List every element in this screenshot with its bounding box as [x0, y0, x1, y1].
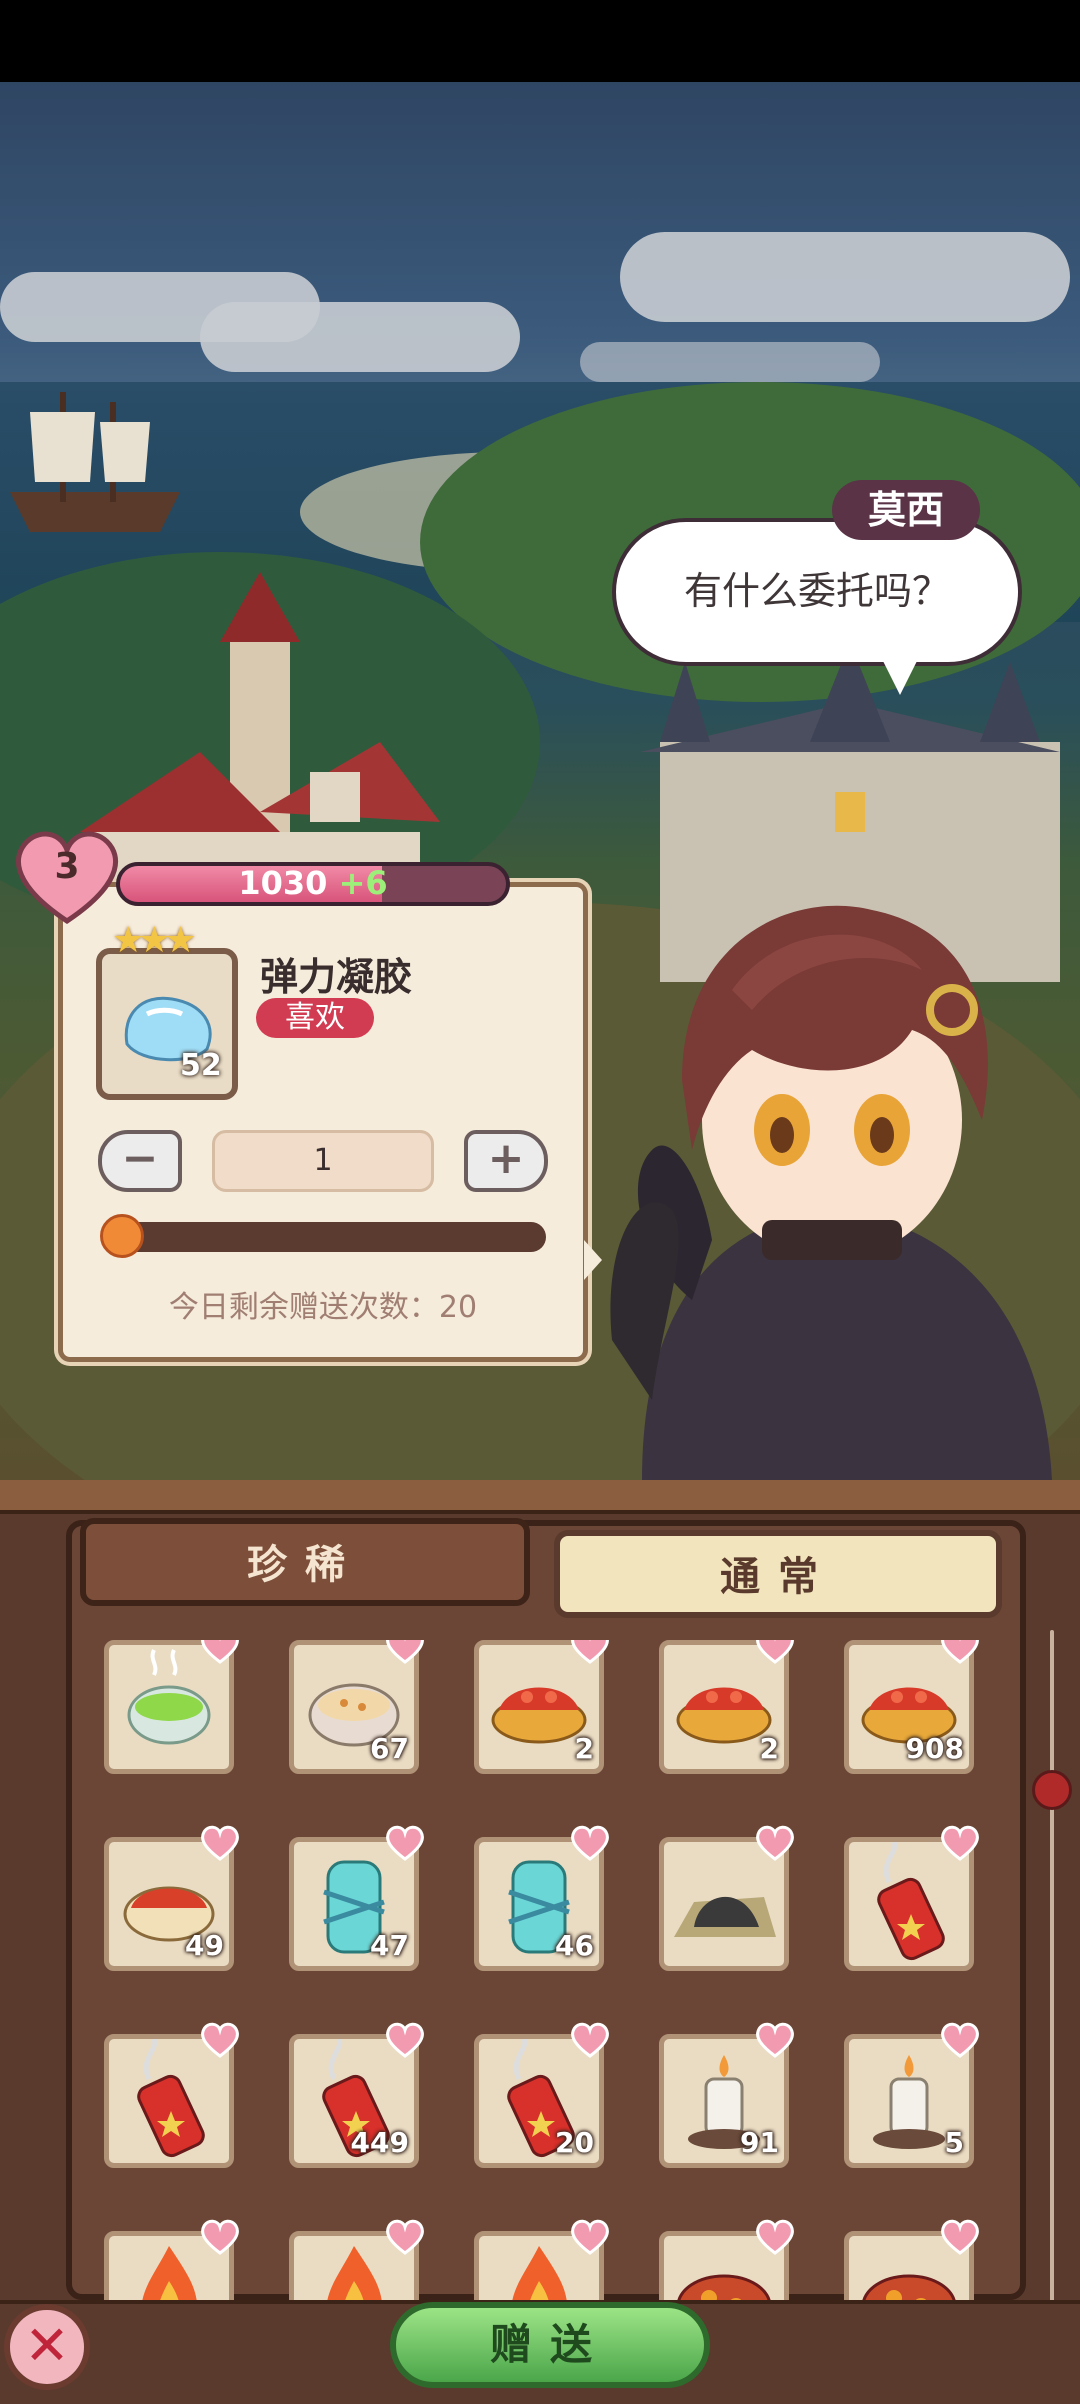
dialog-text: 有什么委托吗？ — [683, 569, 950, 613]
favorite-heart-icon — [756, 2219, 794, 2255]
tab-rare[interactable]: 珍稀 — [80, 1518, 530, 1606]
favorite-heart-icon — [756, 1825, 794, 1861]
scrollbar-thumb[interactable] — [1032, 1770, 1072, 1810]
inventory-grid: 67 2 2 908 49 47 46 449 20 91 5 — [104, 1640, 1004, 2300]
favorite-heart-icon — [756, 2022, 794, 2058]
affinity-level: 3 — [54, 846, 80, 887]
quantity-slider-track[interactable] — [104, 1222, 546, 1252]
slot-count: 46 — [555, 1929, 594, 1962]
slot-count: 2 — [759, 1732, 779, 1765]
give-button[interactable]: 赠送 — [390, 2302, 710, 2388]
slot-count: 47 — [370, 1929, 409, 1962]
inventory-frame-top — [0, 1480, 1080, 1514]
increase-quantity-button[interactable]: + — [464, 1130, 548, 1192]
panel-pointer — [584, 1240, 602, 1280]
slot-count: 908 — [905, 1732, 964, 1765]
favorite-heart-icon — [386, 2022, 424, 2058]
slot-count: 20 — [555, 2126, 594, 2159]
item-star-rating: ★★★ — [112, 920, 197, 961]
character-portrait — [610, 905, 1052, 1480]
speaker-name: 莫西 — [832, 480, 980, 540]
slot-count: 449 — [350, 2126, 409, 2159]
slot-count: 91 — [740, 2126, 779, 2159]
favorite-heart-icon — [571, 1640, 609, 1664]
favorite-heart-icon — [571, 2022, 609, 2058]
status-bar — [0, 0, 1080, 82]
item-owned-count: 52 — [180, 1048, 222, 1083]
favorite-heart-icon — [201, 1640, 239, 1664]
item-name: 弹力凝胶 — [260, 955, 413, 999]
favorite-heart-icon — [941, 1640, 979, 1664]
favorite-heart-icon — [201, 2022, 239, 2058]
favorite-heart-icon — [756, 1640, 794, 1664]
favorite-heart-icon — [386, 1825, 424, 1861]
tab-normal[interactable]: 通常 — [554, 1530, 1002, 1618]
affinity-points-value: 1030 — [238, 864, 328, 902]
favorite-heart-icon — [941, 2022, 979, 2058]
affinity-gain: +6 — [338, 864, 388, 902]
slot-count: 67 — [370, 1732, 409, 1765]
favorite-heart-icon — [941, 2219, 979, 2255]
favorite-heart-icon — [941, 1825, 979, 1861]
slot-count: 2 — [574, 1732, 594, 1765]
close-button[interactable]: ✕ — [4, 2304, 90, 2390]
slot-count: 49 — [185, 1929, 224, 1962]
favorite-heart-icon — [571, 1825, 609, 1861]
speech-bubble-tail — [880, 655, 920, 695]
slot-count: 5 — [944, 2126, 964, 2159]
favorite-heart-icon — [201, 1825, 239, 1861]
remaining-gifts-text: 今日剩余赠送次数：20 — [168, 1290, 478, 1325]
ship-icon — [10, 392, 180, 532]
favorite-heart-icon — [201, 2219, 239, 2255]
favorite-heart-icon — [386, 1640, 424, 1664]
favorite-heart-icon — [386, 2219, 424, 2255]
affinity-points: 1030 +6 — [116, 864, 510, 902]
quantity-field[interactable]: 1 — [212, 1130, 434, 1192]
like-badge: 喜欢 — [256, 998, 374, 1038]
quantity-slider-knob[interactable] — [100, 1214, 144, 1258]
inventory-scrollbar[interactable] — [1050, 1630, 1054, 2310]
favorite-heart-icon — [571, 2219, 609, 2255]
decrease-quantity-button[interactable]: − — [98, 1130, 182, 1192]
